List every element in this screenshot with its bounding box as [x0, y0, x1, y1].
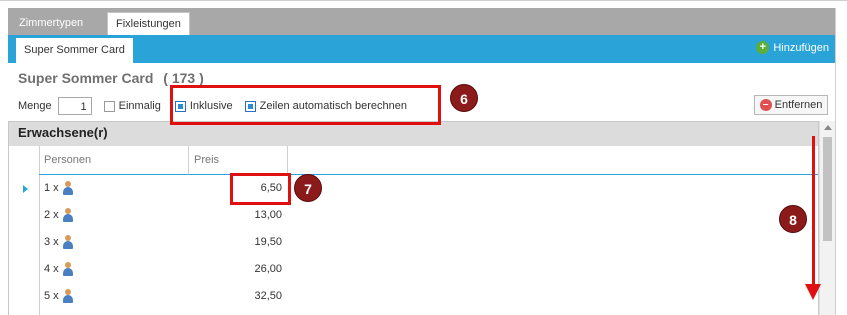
scrollbar-thumb[interactable] [823, 137, 832, 241]
price-cell[interactable]: 19,50 [190, 236, 282, 248]
person-icon [62, 208, 74, 222]
scroll-down-arrow-head-icon [805, 284, 821, 300]
group-header: Erwachsene(r) [9, 122, 818, 146]
scroll-up-arrow-icon[interactable] [824, 125, 832, 130]
table-row[interactable]: 2 x 13,00 [9, 203, 818, 229]
column-header-filler [288, 146, 818, 175]
callout-badge-7: 7 [294, 174, 322, 202]
item-title-name: Super Sommer Card [18, 70, 154, 86]
persons-cell: 1 x [44, 181, 74, 195]
remove-button[interactable]: – Entfernen [754, 95, 828, 115]
item-title: Super Sommer Card ( 173 ) [18, 70, 204, 86]
callout-box-price [230, 173, 291, 205]
minus-circle-icon: – [759, 99, 772, 111]
einmalig-checkbox[interactable] [103, 100, 115, 112]
callout-box-options [170, 85, 441, 125]
price-cell[interactable]: 32,50 [190, 290, 282, 302]
item-title-count: ( 173 ) [163, 70, 204, 86]
person-icon [62, 181, 74, 195]
persons-count: 4 x [44, 263, 59, 275]
table-row[interactable]: 4 x 26,00 [9, 257, 818, 283]
vertical-scrollbar[interactable] [819, 121, 835, 315]
scroll-down-arrow-line [812, 136, 815, 286]
table-row[interactable]: 1 x 6,50 [9, 176, 818, 202]
persons-count: 2 x [44, 209, 59, 221]
price-cell[interactable]: 26,00 [190, 263, 282, 275]
column-header-persons[interactable]: Personen [39, 146, 189, 175]
tab-zimmertypen[interactable]: Zimmertypen [11, 12, 91, 35]
persons-cell: 5 x [44, 289, 74, 303]
column-header-price[interactable]: Preis [189, 146, 288, 175]
menge-input[interactable]: 1 [57, 97, 92, 115]
add-button-label: Hinzufügen [773, 41, 829, 54]
table-row[interactable]: 5 x 32,50 [9, 284, 818, 310]
price-grid: Erwachsene(r) Personen Preis 1 x 6,50 2 … [8, 121, 819, 315]
main-tab-bar: Zimmertypen Fixleistungen [8, 8, 835, 36]
sub-tab-bar: Super Sommer Card + Hinzufügen [8, 35, 835, 63]
callout-badge-6: 6 [450, 84, 478, 112]
persons-cell: 4 x [44, 262, 74, 276]
tab-fixleistungen[interactable]: Fixleistungen [107, 12, 190, 36]
persons-count: 3 x [44, 236, 59, 248]
persons-count: 5 x [44, 290, 59, 302]
person-icon [62, 235, 74, 249]
window-right-border [835, 8, 836, 315]
current-row-marker-icon [23, 185, 28, 193]
table-row[interactable]: 3 x 19,50 [9, 230, 818, 256]
plus-circle-icon: + [756, 41, 770, 54]
callout-badge-8: 8 [779, 205, 807, 233]
remove-button-label: Entfernen [774, 99, 823, 111]
menge-label: Menge [18, 100, 52, 112]
tab-super-sommer-card[interactable]: Super Sommer Card [16, 38, 133, 63]
persons-cell: 2 x [44, 208, 74, 222]
einmalig-label: Einmalig [118, 100, 161, 112]
persons-count: 1 x [44, 182, 59, 194]
persons-cell: 3 x [44, 235, 74, 249]
person-icon [62, 289, 74, 303]
price-cell[interactable]: 13,00 [190, 209, 282, 221]
person-icon [62, 262, 74, 276]
add-button[interactable]: + Hinzufügen [756, 41, 829, 54]
